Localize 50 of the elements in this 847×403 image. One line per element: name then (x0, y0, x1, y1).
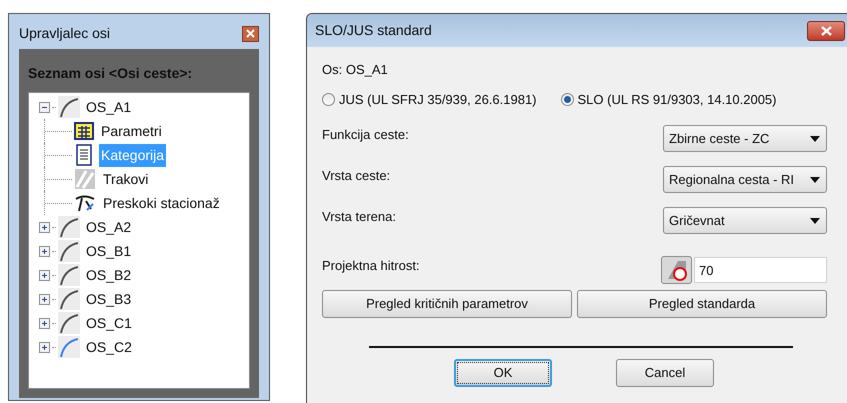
expand-icon[interactable] (39, 342, 50, 352)
radio-button[interactable] (322, 92, 335, 106)
expand-icon[interactable] (39, 318, 50, 328)
tree-item[interactable]: OS_B2 (85, 264, 132, 286)
close-button[interactable] (807, 20, 845, 40)
close-icon (246, 29, 255, 38)
dropdown[interactable]: Gričevnat (663, 207, 827, 234)
document-icon (74, 144, 94, 166)
expand-icon[interactable] (39, 270, 50, 280)
dropdown-arrow-icon (810, 176, 820, 182)
list-label: Seznam osi <Osi ceste>: (28, 64, 194, 83)
dialog-title: SLO/JUS standard (315, 21, 432, 40)
axis-label: Os: OS_A1 (322, 61, 389, 79)
expand-icon[interactable] (39, 294, 50, 304)
radio-label: JUS (UL SFRJ 35/939, 26.6.1981) (339, 90, 537, 109)
speed-input[interactable]: 70 (694, 257, 827, 283)
table-icon (74, 121, 94, 141)
review-button[interactable]: Pregled kritičnih parametrov (322, 290, 572, 318)
expand-icon[interactable] (39, 222, 50, 232)
dialog-button[interactable]: Cancel (616, 359, 714, 387)
dropdown[interactable]: Regionalna cesta - RI (663, 166, 827, 193)
dropdown-arrow-icon (810, 136, 820, 142)
close-button[interactable] (242, 26, 259, 42)
collapse-icon[interactable] (39, 102, 50, 112)
tree-item[interactable]: OS_A2 (85, 216, 132, 238)
dropdown[interactable]: Zbirne ceste - ZC (663, 125, 827, 152)
speed-sign-icon (666, 259, 688, 281)
dropdown-arrow-icon (810, 218, 820, 224)
radio-button[interactable] (560, 92, 574, 106)
tree-item[interactable]: OS_C1 (85, 312, 133, 334)
tree-item[interactable]: OS_C2 (85, 336, 133, 358)
jump-icon (74, 193, 96, 213)
field-label: Projektna hitrost: (322, 257, 420, 275)
close-icon (820, 26, 832, 36)
review-button[interactable]: Pregled standarda (577, 290, 827, 318)
panel-title: Upravljalec osi (19, 24, 110, 43)
tree-item[interactable]: Trakovi (101, 168, 150, 190)
dialog-button[interactable]: OK (454, 359, 552, 387)
field-label: Funkcija ceste: (322, 126, 409, 144)
radio-label: SLO (UL RS 91/9303, 14.10.2005) (578, 90, 776, 109)
expand-icon[interactable] (39, 246, 50, 256)
speed-sign-button[interactable] (661, 256, 692, 284)
tree-item[interactable]: Parametri (99, 120, 164, 142)
tree-item[interactable]: Preskoki stacionaž (101, 192, 222, 214)
field-label: Vrsta ceste: (322, 167, 390, 185)
tree-item[interactable]: OS_B3 (85, 288, 132, 310)
tree-item[interactable]: OS_B1 (85, 240, 132, 262)
field-label: Vrsta terena: (322, 208, 396, 226)
lanes-icon (74, 168, 96, 190)
tree-item[interactable]: OS_A1 (85, 96, 132, 118)
